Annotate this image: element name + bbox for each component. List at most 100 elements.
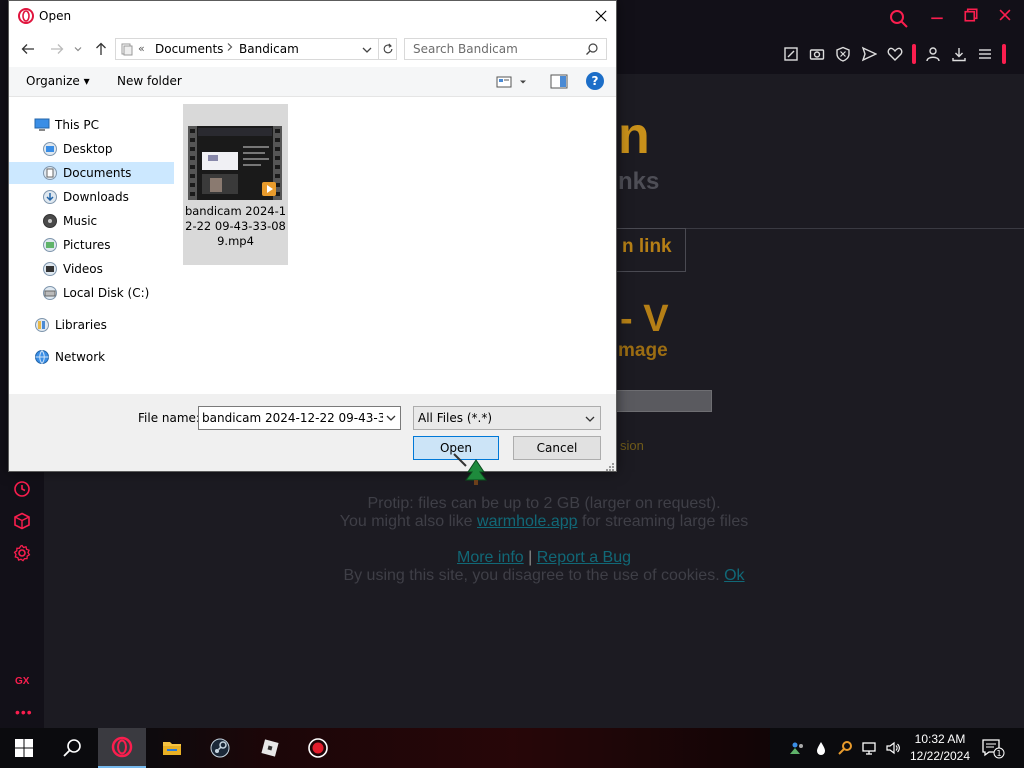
libraries-icon xyxy=(34,317,50,333)
file-type-select[interactable]: All Files (*.*) xyxy=(413,406,601,430)
search-magnifier-icon[interactable] xyxy=(585,42,599,56)
taskbar-bandicam[interactable] xyxy=(294,728,342,768)
snapshot-edit-icon[interactable] xyxy=(782,45,800,63)
file-name-dropdown-icon[interactable] xyxy=(385,412,397,424)
nav-this-pc[interactable]: This PC xyxy=(9,114,174,136)
opera-gx-taskbar-icon xyxy=(111,736,133,758)
network-tray-icon[interactable] xyxy=(860,739,878,757)
search-button[interactable] xyxy=(48,728,96,768)
page-title-fragment: n xyxy=(618,107,650,165)
more-info-link[interactable]: More info xyxy=(457,549,524,566)
nav-videos[interactable]: Videos xyxy=(9,258,174,280)
page-input-fragment[interactable] xyxy=(616,390,712,412)
pictures-icon xyxy=(42,237,58,253)
easy-setup-icon[interactable] xyxy=(976,45,994,63)
nav-label: Videos xyxy=(63,262,103,276)
nav-local-disk[interactable]: Local Disk (C:) xyxy=(9,282,174,304)
file-type-dropdown-icon[interactable] xyxy=(584,413,596,425)
taskbar-file-explorer[interactable] xyxy=(148,728,196,768)
clock-date: 12/22/2024 xyxy=(909,749,971,763)
view-dropdown-icon xyxy=(520,80,526,84)
breadcrumb-bandicam[interactable]: Bandicam xyxy=(239,42,299,56)
clock-time: 10:32 AM xyxy=(914,732,966,746)
protip-suffix: for streaming large files xyxy=(577,513,749,530)
search-box[interactable] xyxy=(404,38,607,60)
up-arrow-icon[interactable] xyxy=(91,39,111,59)
file-name-combobox[interactable] xyxy=(198,406,401,430)
option-text-fragment: sion xyxy=(620,438,644,453)
preview-pane-icon[interactable] xyxy=(550,74,568,90)
nav-music[interactable]: Music xyxy=(9,210,174,232)
organize-button[interactable]: Organize ▾ xyxy=(26,74,90,88)
minimize-icon[interactable] xyxy=(926,6,948,28)
warmhole-link[interactable]: warmhole.app xyxy=(477,513,578,530)
taskbar-clock[interactable]: 10:32 AM 12/22/2024 xyxy=(904,731,976,765)
page-subtitle-fragment: nks xyxy=(618,168,660,195)
send-icon[interactable] xyxy=(860,45,878,63)
file-item[interactable]: bandicam 2024-12-22 09-43-33-089.mp4 xyxy=(183,104,288,265)
nav-desktop[interactable]: Desktop xyxy=(9,138,174,160)
music-icon xyxy=(42,213,58,229)
dialog-title: Open xyxy=(39,9,72,23)
search-input[interactable] xyxy=(405,39,585,59)
recent-dropdown-icon[interactable] xyxy=(68,39,88,59)
nav-downloads[interactable]: Downloads xyxy=(9,186,174,208)
dialog-close-icon[interactable] xyxy=(587,5,615,29)
gx-label[interactable]: GX xyxy=(15,676,29,687)
refresh-icon[interactable] xyxy=(378,39,396,59)
people-tray-icon[interactable] xyxy=(788,739,806,757)
change-view-button[interactable] xyxy=(496,74,530,90)
nav-libraries[interactable]: Libraries xyxy=(9,314,174,336)
protip-line-2: You might also like warmhole.app for str… xyxy=(0,513,1024,531)
sidebar-more-icon[interactable]: ••• xyxy=(15,704,33,720)
image-heading-fragment: mage xyxy=(618,340,668,361)
start-button[interactable] xyxy=(0,728,48,768)
back-arrow-icon[interactable] xyxy=(18,39,38,59)
cancel-button[interactable]: Cancel xyxy=(513,436,601,460)
pc-icon xyxy=(34,117,50,133)
new-folder-button[interactable]: New folder xyxy=(117,74,182,88)
shield-icon[interactable] xyxy=(834,45,852,63)
cookies-ok-link[interactable]: Ok xyxy=(724,567,744,584)
file-name-input[interactable] xyxy=(199,407,383,429)
profile-icon[interactable] xyxy=(924,45,942,63)
heart-icon[interactable] xyxy=(886,45,904,63)
file-name-label: bandicam 2024-12-22 09-43-33-089.mp4 xyxy=(184,204,287,248)
footer-links: More info | Report a Bug xyxy=(0,549,1024,567)
breadcrumb-separator-icon[interactable] xyxy=(225,42,235,55)
breadcrumb-overflow[interactable]: « xyxy=(138,42,145,55)
notification-count: 1 xyxy=(996,749,1001,758)
opera-gx-icon xyxy=(18,8,34,24)
breadcrumb-documents[interactable]: Documents xyxy=(155,42,223,56)
file-name-label: File name: xyxy=(138,411,200,425)
folder-icon xyxy=(120,42,134,56)
link-tab-fragment[interactable]: n link xyxy=(622,236,672,258)
forward-arrow-icon[interactable] xyxy=(47,39,67,59)
camera-icon[interactable] xyxy=(808,45,826,63)
key-tray-icon[interactable] xyxy=(836,739,854,757)
search-icon[interactable] xyxy=(888,8,910,30)
taskbar-steam[interactable] xyxy=(196,728,244,768)
open-file-dialog: Open « Documents Bandicam Search Bandica… xyxy=(8,0,617,472)
restore-icon[interactable] xyxy=(960,6,982,28)
nav-documents[interactable]: Documents xyxy=(9,162,174,184)
download-icon[interactable] xyxy=(950,45,968,63)
nav-network[interactable]: Network xyxy=(9,346,174,368)
nav-label: This PC xyxy=(55,118,99,132)
dialog-titlebar[interactable]: Open xyxy=(9,1,616,32)
videos-icon xyxy=(42,261,58,277)
report-bug-link[interactable]: Report a Bug xyxy=(537,549,631,566)
address-bar[interactable]: « Documents Bandicam xyxy=(115,38,397,60)
toolbar-separator xyxy=(912,44,916,64)
help-icon[interactable]: ? xyxy=(586,72,604,90)
volume-tray-icon[interactable] xyxy=(884,739,902,757)
taskbar-roblox[interactable] xyxy=(246,728,294,768)
nav-label: Libraries xyxy=(55,318,107,332)
nav-pictures[interactable]: Pictures xyxy=(9,234,174,256)
droplet-tray-icon[interactable] xyxy=(812,739,830,757)
close-icon[interactable] xyxy=(994,6,1016,28)
address-dropdown-icon[interactable] xyxy=(360,43,374,57)
resize-grip-icon[interactable] xyxy=(605,461,615,471)
notification-center-icon[interactable]: 1 xyxy=(980,736,1006,760)
taskbar-opera-gx[interactable] xyxy=(98,728,146,768)
